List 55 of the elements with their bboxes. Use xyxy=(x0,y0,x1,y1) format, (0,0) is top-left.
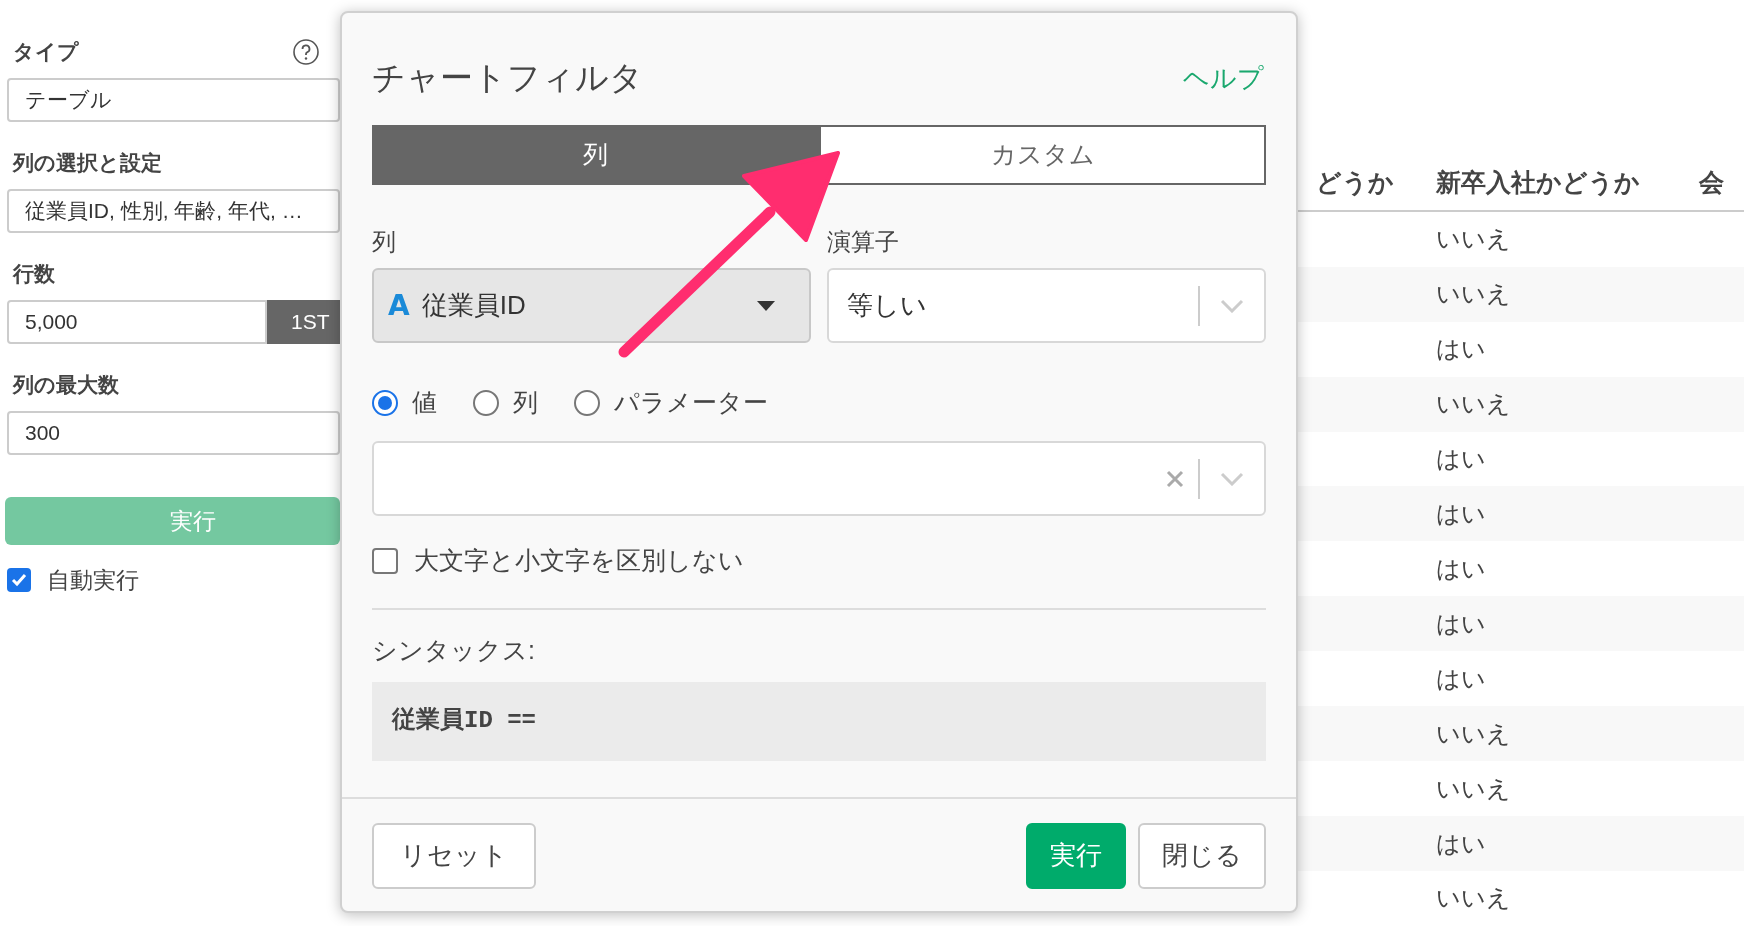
reset-button[interactable]: リセット xyxy=(372,822,536,889)
column-header: 会 xyxy=(1698,167,1725,199)
close-button[interactable]: 閉じる xyxy=(1138,822,1266,889)
chevron-down-icon xyxy=(1220,471,1244,486)
checkbox[interactable] xyxy=(7,568,31,593)
type-icon: A xyxy=(388,284,410,327)
table-cell-text: いいえ xyxy=(1435,718,1512,749)
field-label: 列の選択と設定 xyxy=(11,150,163,177)
checkbox[interactable] xyxy=(372,547,398,574)
columns-field[interactable]: 従業員ID, 性別, 年齢, 年代, … xyxy=(7,189,340,233)
table-cell-text: いいえ xyxy=(1435,279,1512,310)
radio-label: パラメーター xyxy=(614,387,768,419)
column-select[interactable]: A 従業員ID xyxy=(372,268,811,343)
checkbox-label: 大文字と小文字を区別しない xyxy=(414,545,744,576)
max-columns-select[interactable]: 300 xyxy=(7,411,340,455)
field-label: 列 xyxy=(372,227,397,257)
table-cell-text: はい xyxy=(1435,553,1487,584)
field-label: 行数 xyxy=(11,261,56,288)
table-cell-text: いいえ xyxy=(1435,883,1512,914)
table-cell-text: はい xyxy=(1435,608,1487,639)
radio-button[interactable] xyxy=(574,390,600,416)
select-value: 従業員ID xyxy=(421,289,527,322)
table-cell-text: はい xyxy=(1435,663,1487,694)
tab[interactable]: 列 xyxy=(372,125,819,185)
radio-label: 列 xyxy=(513,387,538,419)
table-cell-text: はい xyxy=(1435,828,1487,859)
select-value: 等しい xyxy=(847,289,928,322)
table-cell-text: はい xyxy=(1435,498,1487,529)
column-header: 新卒入社かどうか xyxy=(1435,167,1641,199)
clear-icon[interactable] xyxy=(1166,469,1184,488)
table-cell-text: はい xyxy=(1435,334,1487,365)
rows-input[interactable]: 5,000 xyxy=(7,300,267,344)
table-cell-text: はい xyxy=(1435,444,1487,474)
radio-button[interactable] xyxy=(372,390,398,416)
caret-icon xyxy=(757,300,775,311)
type-select[interactable]: テーブル xyxy=(7,78,340,122)
field-label: 列の最大数 xyxy=(11,372,120,399)
dialog-title: チャートフィルタ xyxy=(372,58,643,99)
table-cell-text: いいえ xyxy=(1435,224,1512,255)
column-header: どうか xyxy=(1315,167,1395,199)
chevron-down-icon xyxy=(1220,298,1244,313)
operator-select[interactable]: 等しい xyxy=(827,268,1266,343)
radio-button[interactable] xyxy=(473,390,499,416)
field-label: タイプ xyxy=(12,39,79,66)
tab[interactable]: カスタム xyxy=(819,125,1266,185)
value-input[interactable] xyxy=(372,441,1266,516)
table-cell-text: いいえ xyxy=(1435,773,1512,804)
checkbox-label: 自動実行 xyxy=(47,566,139,595)
syntax-code: 従業員ID == xyxy=(372,681,1266,761)
field-label: 演算子 xyxy=(827,227,900,257)
syntax-label: シンタックス: xyxy=(372,634,536,666)
table-cell-text: いいえ xyxy=(1435,389,1512,420)
help-icon[interactable] xyxy=(292,38,320,66)
radio-label: 値 xyxy=(412,387,437,419)
rows-button[interactable]: 1ST xyxy=(267,300,340,344)
